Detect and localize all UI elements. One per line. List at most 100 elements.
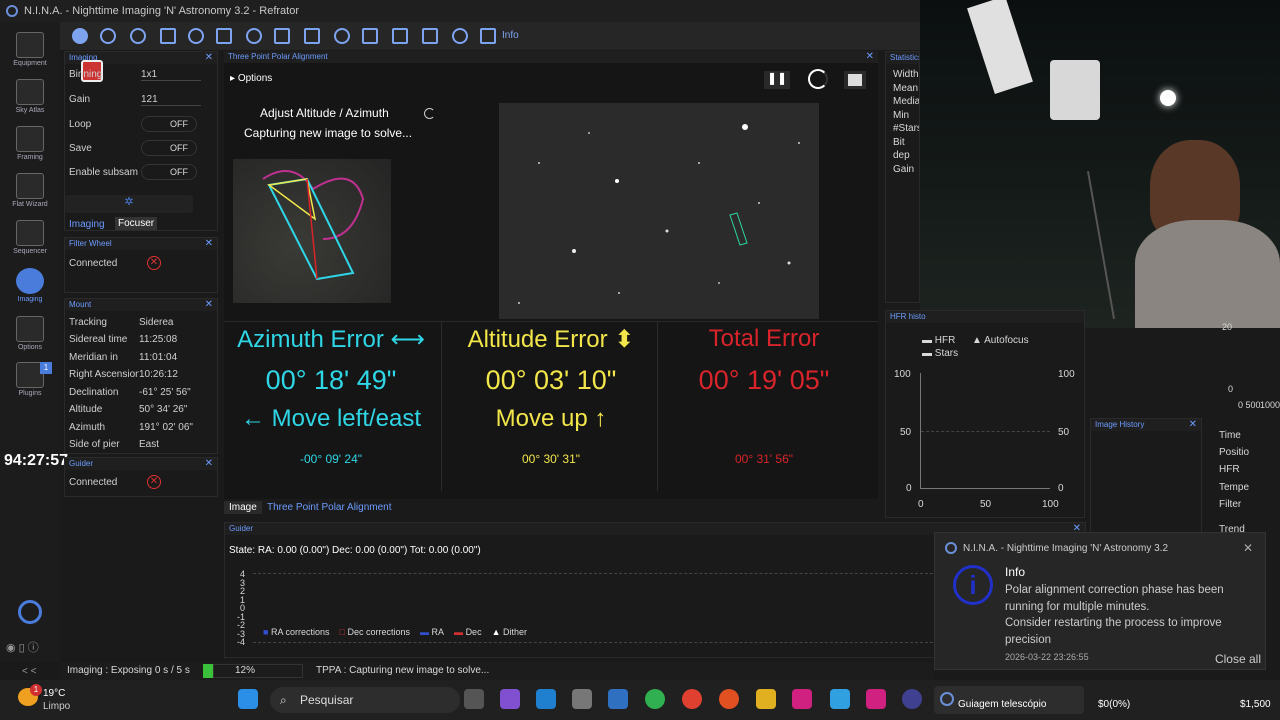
- power-icon[interactable]: [18, 600, 42, 624]
- disconnect-icon[interactable]: ✕: [147, 256, 161, 270]
- progress-label: 12%: [235, 665, 256, 676]
- spinner-icon: [424, 108, 435, 119]
- camera-icon[interactable]: [72, 28, 88, 44]
- stop-button[interactable]: [844, 71, 866, 89]
- azimuth-error-label: Azimuth Error ⟷: [237, 326, 425, 353]
- collapse-nav-button[interactable]: < <: [22, 666, 36, 677]
- close-icon[interactable]: ✕: [205, 52, 213, 64]
- nav-equipment[interactable]: Equipment: [0, 32, 60, 67]
- nav-sky-atlas[interactable]: Sky Atlas: [0, 79, 60, 114]
- info-icon: i: [953, 565, 993, 605]
- y-tick-right: 50: [1058, 427, 1070, 438]
- close-all-button[interactable]: Close all: [1215, 652, 1261, 666]
- nav-flat-wizard[interactable]: Flat Wizard: [0, 173, 60, 208]
- disconnect-icon[interactable]: ✕: [147, 475, 161, 489]
- options-expander[interactable]: ▸ Options: [230, 73, 272, 84]
- guider-y-axis: 4 3 2 1 0 -1 -2 -3 -4: [236, 569, 245, 647]
- loop-toggle[interactable]: OFF: [141, 116, 197, 132]
- status-tppa: TPPA : Capturing new image to solve...: [316, 665, 490, 676]
- status-bar: Imaging : Exposing 0 s / 5 s 12% TPPA : …: [60, 662, 934, 680]
- view-icons[interactable]: ◉ ▯ ⓘ: [6, 639, 39, 655]
- status-imaging: Imaging : Exposing 0 s / 5 s: [67, 665, 190, 676]
- telescope-icon: [16, 32, 44, 58]
- nav-options[interactable]: Options: [0, 316, 60, 351]
- refresh-icon[interactable]: [188, 28, 204, 44]
- sliders-icon[interactable]: [304, 28, 320, 44]
- task-view-icon[interactable]: [464, 689, 484, 709]
- app-icon[interactable]: [830, 689, 850, 709]
- dome-icon[interactable]: [334, 28, 350, 44]
- chrome-icon[interactable]: [682, 689, 702, 709]
- tripod-leg: [1086, 170, 1116, 320]
- notification-toast: N.I.N.A. - Nighttime Imaging 'N' Astrono…: [934, 532, 1266, 670]
- app-icon[interactable]: [608, 689, 628, 709]
- pause-button[interactable]: ❚❚: [764, 71, 790, 89]
- nav-framing[interactable]: Framing: [0, 126, 60, 161]
- money-indicator: $0(0%): [1098, 699, 1131, 710]
- capture-button[interactable]: ✲: [65, 195, 193, 213]
- bar-chart-icon[interactable]: [392, 28, 408, 44]
- restart-button[interactable]: [808, 69, 828, 89]
- close-icon[interactable]: ✕: [205, 238, 213, 250]
- close-icon[interactable]: ✕: [205, 299, 213, 311]
- wave-icon[interactable]: [422, 28, 438, 44]
- mount-icon[interactable]: [216, 28, 232, 44]
- app-icon[interactable]: [866, 689, 886, 709]
- legend-hfr: ▬ HFR: [922, 335, 956, 346]
- list-icon[interactable]: [274, 28, 290, 44]
- bulb-icon[interactable]: [452, 28, 468, 44]
- windows-start-icon[interactable]: [238, 689, 258, 709]
- shield-icon[interactable]: [480, 28, 496, 44]
- left-nav: Equipment Sky Atlas Framing Flat Wizard …: [0, 22, 60, 677]
- altitude-error-value: 00° 03' 10": [485, 365, 617, 395]
- opera-icon[interactable]: [719, 689, 739, 709]
- close-icon[interactable]: ✕: [866, 51, 874, 63]
- y-tick-right: 0: [1058, 483, 1064, 494]
- store-icon[interactable]: [572, 689, 592, 709]
- weather-temp: 19°C: [43, 688, 66, 699]
- azimuth-error-value: 00° 18' 49": [265, 365, 397, 395]
- save-label: Save: [69, 143, 92, 154]
- tab-tppa[interactable]: Three Point Polar Alignment: [267, 502, 392, 513]
- binning-select[interactable]: 1x1: [141, 69, 201, 81]
- imaging-icon: [16, 268, 44, 294]
- tab-focuser[interactable]: Focuser: [115, 217, 158, 230]
- y-tick: 0: [906, 483, 912, 494]
- close-notification-button[interactable]: ✕: [1243, 541, 1253, 555]
- copilot-icon[interactable]: [500, 689, 520, 709]
- sequencer-icon: [16, 220, 44, 246]
- whatsapp-icon[interactable]: [645, 689, 665, 709]
- statistics-panel: Statistics Width Mean Media Min #Stars Bit de…: [885, 51, 920, 303]
- nav-plugins[interactable]: Plugins 1: [0, 362, 60, 397]
- subsample-toggle[interactable]: OFF: [141, 164, 197, 180]
- close-icon[interactable]: ✕: [1189, 419, 1197, 431]
- info-tab[interactable]: Info: [502, 30, 519, 41]
- guider-status-panel: Guider ✕ Connected ✕: [64, 457, 218, 497]
- person-hoodie: [1135, 220, 1280, 328]
- alignment-thumbnail: [233, 159, 391, 303]
- focuser-icon[interactable]: [130, 28, 146, 44]
- price-indicator: $1,500: [1240, 699, 1271, 710]
- taskbar-search[interactable]: ⌕ Pesquisar: [270, 687, 460, 713]
- window-title: N.I.N.A. - Nighttime Imaging 'N' Astrono…: [24, 5, 300, 17]
- tab-imaging[interactable]: Imaging: [69, 219, 105, 230]
- nav-imaging[interactable]: Imaging: [0, 268, 60, 303]
- target-icon[interactable]: [246, 28, 262, 44]
- tppa-panel: Three Point Polar Alignment ✕ ▸ Options ❚…: [224, 51, 878, 514]
- nav-sequencer[interactable]: Sequencer: [0, 220, 60, 255]
- rotator-icon[interactable]: [160, 28, 176, 44]
- divider: [657, 321, 658, 491]
- tab-image[interactable]: Image: [224, 501, 262, 514]
- onenote-icon[interactable]: [792, 689, 812, 709]
- edge-icon[interactable]: [536, 689, 556, 709]
- plugins-badge: 1: [40, 362, 52, 374]
- gain-input[interactable]: 121: [141, 94, 201, 106]
- save-toggle[interactable]: OFF: [141, 140, 197, 156]
- close-icon[interactable]: ✕: [205, 458, 213, 470]
- filter-wheel-icon[interactable]: [100, 28, 116, 44]
- mount-panel: Mount ✕ Tracking Siderea Sidereal time 11:2…: [64, 298, 218, 454]
- webcam-overlay: [920, 0, 1280, 328]
- house-icon[interactable]: [362, 28, 378, 44]
- nina-taskbar-icon[interactable]: [902, 689, 922, 709]
- folder-icon[interactable]: [756, 689, 776, 709]
